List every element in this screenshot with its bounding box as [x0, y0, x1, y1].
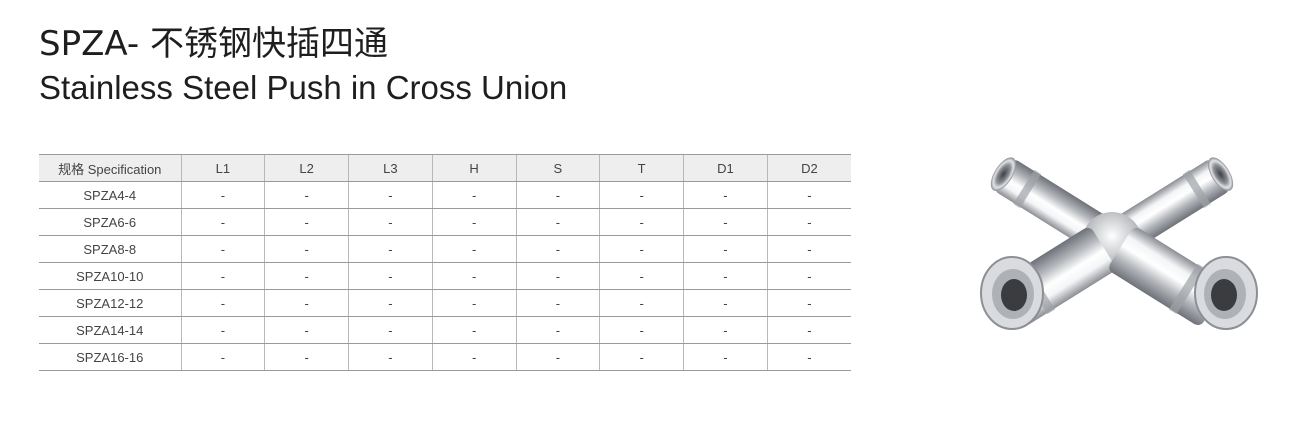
- table-row: SPZA16-16 - - - - - - - -: [39, 343, 851, 371]
- table-cell: -: [348, 181, 433, 209]
- table-cell: -: [599, 235, 684, 263]
- table-cell: -: [683, 316, 768, 344]
- table-cell: -: [515, 235, 600, 263]
- table-cell: -: [599, 289, 684, 317]
- table-cell: -: [180, 343, 265, 371]
- table-cell: -: [180, 181, 265, 209]
- header-d2: D2: [766, 154, 851, 182]
- table-cell: -: [683, 208, 768, 236]
- table-cell: -: [348, 316, 433, 344]
- table-header-row: 规格 Specification L1 L2 L3 H S T D1 D2: [39, 154, 851, 182]
- table-cell: -: [264, 262, 349, 290]
- table-cell: -: [180, 289, 265, 317]
- table-cell: -: [431, 181, 516, 209]
- page-title-chinese: SPZA- 不锈钢快插四通: [39, 24, 388, 64]
- header-specification: 规格 Specification: [39, 154, 181, 182]
- table-row: SPZA8-8 - - - - - - - -: [39, 235, 851, 263]
- table-cell: -: [348, 289, 433, 317]
- header-t: T: [599, 154, 684, 182]
- table-cell: -: [431, 208, 516, 236]
- table-cell: -: [431, 262, 516, 290]
- table-cell: -: [683, 235, 768, 263]
- table-cell: -: [264, 208, 349, 236]
- table-cell: -: [180, 316, 265, 344]
- table-cell: -: [348, 343, 433, 371]
- front-right-port: [1194, 256, 1258, 330]
- table-row: SPZA6-6 - - - - - - - -: [39, 208, 851, 236]
- table-cell: -: [599, 316, 684, 344]
- table-cell: -: [766, 262, 851, 290]
- table-row: SPZA12-12 - - - - - - - -: [39, 289, 851, 317]
- specification-table: 规格 Specification L1 L2 L3 H S T D1 D2 SP…: [39, 154, 851, 371]
- table-cell: -: [766, 235, 851, 263]
- table-cell: -: [431, 316, 516, 344]
- table-cell: -: [766, 316, 851, 344]
- table-cell: -: [766, 343, 851, 371]
- table-cell: -: [599, 208, 684, 236]
- table-cell: -: [264, 235, 349, 263]
- table-cell: -: [683, 289, 768, 317]
- table-cell: -: [515, 262, 600, 290]
- table-row: SPZA4-4 - - - - - - - -: [39, 181, 851, 209]
- cross-union-product-image: [980, 157, 1258, 330]
- cell-specification: SPZA10-10: [39, 262, 181, 290]
- cell-specification: SPZA4-4: [39, 181, 181, 209]
- table-cell: -: [766, 289, 851, 317]
- table-cell: -: [180, 235, 265, 263]
- cell-specification: SPZA8-8: [39, 235, 181, 263]
- table-cell: -: [515, 316, 600, 344]
- table-cell: -: [431, 235, 516, 263]
- header-s: S: [515, 154, 600, 182]
- table-cell: -: [599, 181, 684, 209]
- header-l3: L3: [348, 154, 433, 182]
- table-cell: -: [766, 181, 851, 209]
- table-cell: -: [431, 343, 516, 371]
- cell-specification: SPZA16-16: [39, 343, 181, 371]
- table-cell: -: [683, 343, 768, 371]
- table-row: SPZA10-10 - - - - - - - -: [39, 262, 851, 290]
- table-cell: -: [515, 181, 600, 209]
- header-h: H: [431, 154, 516, 182]
- table-cell: -: [264, 289, 349, 317]
- table-cell: -: [431, 289, 516, 317]
- cell-specification: SPZA6-6: [39, 208, 181, 236]
- cell-specification: SPZA14-14: [39, 316, 181, 344]
- table-cell: -: [264, 316, 349, 344]
- table-cell: -: [264, 343, 349, 371]
- table-cell: -: [348, 235, 433, 263]
- header-l2: L2: [264, 154, 349, 182]
- table-cell: -: [264, 181, 349, 209]
- header-d1: D1: [683, 154, 768, 182]
- table-cell: -: [180, 208, 265, 236]
- table-cell: -: [348, 208, 433, 236]
- table-cell: -: [180, 262, 265, 290]
- page-title-english: Stainless Steel Push in Cross Union: [39, 69, 568, 106]
- cell-specification: SPZA12-12: [39, 289, 181, 317]
- table-row: SPZA14-14 - - - - - - - -: [39, 316, 851, 344]
- table-cell: -: [683, 181, 768, 209]
- table-cell: -: [599, 343, 684, 371]
- table-cell: -: [348, 262, 433, 290]
- table-cell: -: [515, 208, 600, 236]
- table-cell: -: [766, 208, 851, 236]
- header-l1: L1: [180, 154, 265, 182]
- table-cell: -: [515, 289, 600, 317]
- table-cell: -: [683, 262, 768, 290]
- table-cell: -: [515, 343, 600, 371]
- table-cell: -: [599, 262, 684, 290]
- front-left-port: [980, 256, 1044, 330]
